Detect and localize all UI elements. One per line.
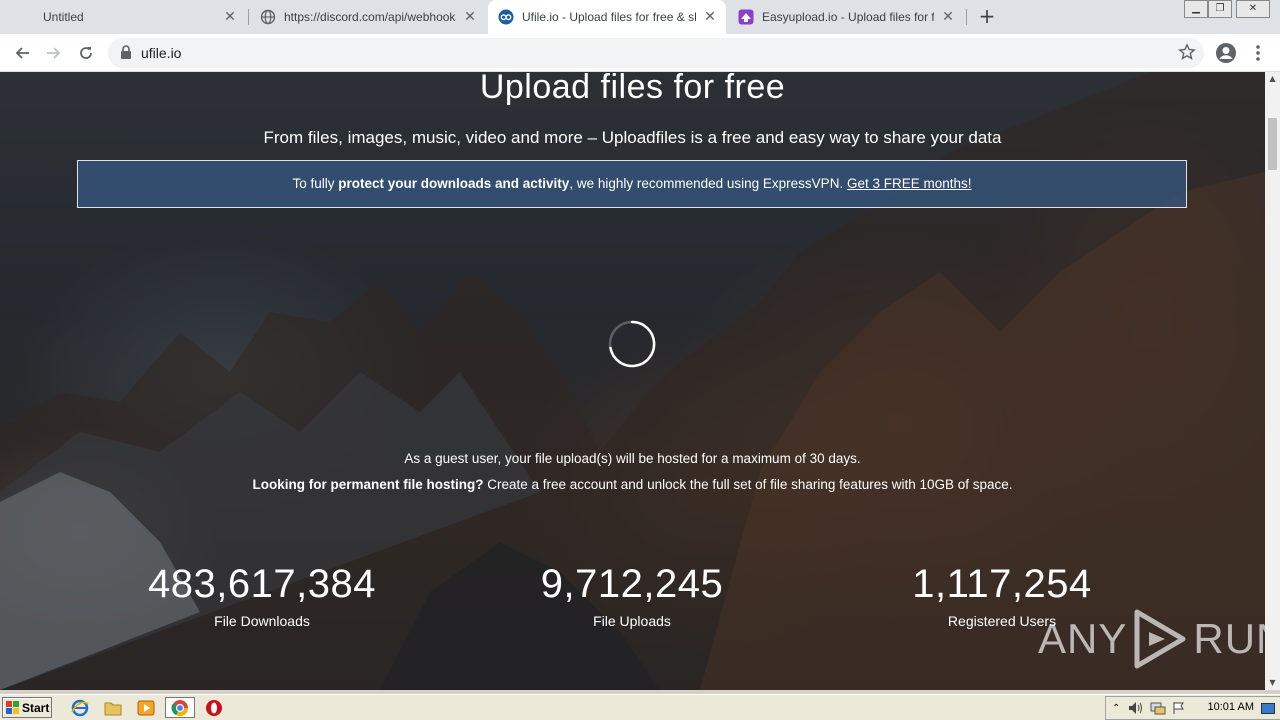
tab-ufile[interactable]: Ufile.io - Upload files for free & share… bbox=[488, 0, 726, 34]
account-icon bbox=[1216, 43, 1236, 63]
page-viewport: Upload files for free From files, images… bbox=[0, 72, 1265, 690]
vpn-offer-link[interactable]: Get 3 FREE months! bbox=[847, 176, 972, 191]
tab-title: Easyupload.io - Upload files for free bbox=[762, 10, 934, 24]
menu-button[interactable] bbox=[1246, 41, 1270, 65]
loading-spinner-icon bbox=[608, 320, 656, 368]
start-button[interactable]: Start bbox=[2, 697, 52, 718]
permanent-hosting-heading: Looking for permanent file hosting? bbox=[252, 477, 484, 492]
tab-untitled[interactable]: Untitled ✕ bbox=[8, 0, 244, 34]
tab-title: Untitled bbox=[43, 10, 84, 24]
guest-notice: As a guest user, your file upload(s) wil… bbox=[404, 451, 861, 466]
address-bar[interactable]: ufile.io bbox=[108, 38, 1204, 68]
tab-discord[interactable]: https://discord.com/api/webhooks/9 ✕ bbox=[250, 0, 486, 34]
system-tray: ⌃ 10:01 AM bbox=[1105, 696, 1280, 720]
play-logo-icon bbox=[1134, 609, 1186, 669]
tab-separator bbox=[248, 9, 249, 25]
media-player-icon[interactable] bbox=[136, 698, 156, 718]
taskbar: Start ⌃ 10:01 AM bbox=[0, 694, 1280, 720]
volume-icon[interactable] bbox=[1128, 701, 1144, 715]
stat-label: File Uploads bbox=[593, 613, 671, 629]
scrollbar-thumb[interactable] bbox=[1268, 118, 1277, 170]
ufile-logo-icon bbox=[498, 9, 514, 25]
stat-downloads: 483,617,384 File Downloads bbox=[112, 562, 412, 629]
vpn-text-bold: protect your downloads and activity bbox=[338, 176, 570, 191]
action-center-flag-icon[interactable] bbox=[1172, 701, 1186, 715]
opera-icon[interactable] bbox=[204, 698, 224, 718]
stat-uploads: 9,712,245 File Uploads bbox=[482, 562, 782, 629]
reload-icon bbox=[80, 47, 92, 59]
vpn-text-middle: , we highly recommended using ExpressVPN… bbox=[569, 176, 847, 191]
windows-logo-icon bbox=[6, 700, 19, 714]
tab-title: Ufile.io - Upload files for free & share bbox=[522, 10, 696, 24]
tab-close-icon[interactable]: ✕ bbox=[702, 9, 718, 25]
stat-value: 1,117,254 bbox=[912, 562, 1092, 606]
show-hidden-icons-icon[interactable]: ⌃ bbox=[1112, 703, 1120, 714]
watermark-left: ANY bbox=[1038, 615, 1128, 662]
new-tab-button[interactable]: + bbox=[976, 6, 998, 28]
file-explorer-icon[interactable] bbox=[103, 698, 123, 718]
vpn-text-prefix: To fully bbox=[292, 176, 339, 191]
minimize-button[interactable]: ▁ bbox=[1184, 0, 1208, 18]
bookmark-star-icon[interactable] bbox=[1178, 43, 1196, 65]
internet-explorer-icon[interactable] bbox=[70, 698, 90, 718]
forward-button[interactable] bbox=[42, 41, 66, 65]
browser-toolbar: ufile.io bbox=[0, 34, 1280, 72]
chrome-icon bbox=[171, 699, 189, 716]
tab-title: https://discord.com/api/webhooks/9 bbox=[284, 10, 456, 24]
vertical-scrollbar[interactable]: ▲ ▼ bbox=[1265, 72, 1280, 690]
hero-title: Upload files for free bbox=[479, 72, 786, 106]
globe-icon bbox=[260, 9, 276, 25]
chrome-taskbar-button[interactable] bbox=[165, 697, 195, 718]
permanent-hosting-text: Create a free account and unlock the ful… bbox=[483, 477, 1013, 492]
restore-button[interactable]: ❐ bbox=[1208, 0, 1232, 18]
url-text: ufile.io bbox=[141, 45, 182, 61]
network-icon[interactable] bbox=[1150, 701, 1166, 715]
stat-value: 9,712,245 bbox=[540, 562, 724, 606]
hero-subtitle: From files, images, music, video and mor… bbox=[263, 128, 1002, 147]
kebab-menu-icon bbox=[1256, 45, 1260, 61]
tab-separator bbox=[966, 9, 967, 25]
tab-close-icon[interactable]: ✕ bbox=[940, 9, 956, 25]
anyrun-watermark: ANY RUN bbox=[1038, 607, 1265, 671]
reload-button[interactable] bbox=[74, 41, 98, 65]
close-window-button[interactable]: ✕ bbox=[1236, 0, 1270, 18]
arrow-left-icon bbox=[15, 47, 29, 59]
watermark-right: RUN bbox=[1193, 615, 1265, 662]
arrow-right-icon bbox=[47, 47, 61, 59]
vpn-banner: To fully protect your downloads and acti… bbox=[77, 160, 1187, 208]
permanent-hosting-notice: Looking for permanent file hosting? Crea… bbox=[0, 477, 1265, 492]
tab-easyupload[interactable]: Easyupload.io - Upload files for free ✕ bbox=[728, 0, 964, 34]
show-desktop-icon[interactable] bbox=[1261, 703, 1275, 715]
scroll-up-arrow-icon[interactable]: ▲ bbox=[1265, 72, 1280, 86]
stat-value: 483,617,384 bbox=[148, 562, 376, 606]
start-label: Start bbox=[22, 700, 50, 715]
lock-icon bbox=[120, 45, 132, 64]
clock[interactable]: 10:01 AM bbox=[1208, 701, 1254, 713]
profile-button[interactable] bbox=[1214, 41, 1238, 65]
tab-strip: Untitled ✕ https://discord.com/api/webho… bbox=[0, 0, 1280, 34]
tab-close-icon[interactable]: ✕ bbox=[222, 9, 238, 25]
scroll-down-arrow-icon[interactable]: ▼ bbox=[1265, 676, 1280, 690]
easyupload-logo-icon bbox=[738, 9, 754, 25]
back-button[interactable] bbox=[10, 41, 34, 65]
tab-close-icon[interactable]: ✕ bbox=[462, 9, 478, 25]
stat-label: File Downloads bbox=[214, 613, 310, 629]
